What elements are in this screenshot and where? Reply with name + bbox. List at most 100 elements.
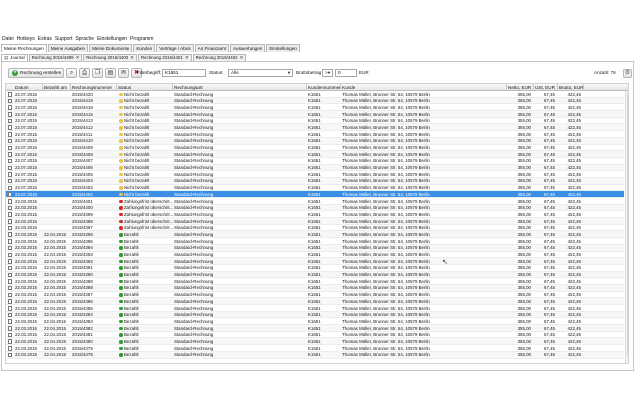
column-header-rechnungsnummer[interactable]: Rechnungsnummer (72, 85, 112, 90)
menu-programm[interactable]: Programm (130, 36, 153, 42)
table-row[interactable]: 22.03.2015 22.04.2015 2015/4389 Bezahlt Stan… (6, 278, 624, 285)
table-row[interactable]: 22.03.2015 22.04.2015 2015/4393 Bezahlt Stan… (6, 252, 624, 259)
table-row[interactable]: 22.07.2015 2015/4419 Nicht bezahlt Standard… (6, 97, 624, 105)
column-header-kundennummer[interactable]: Kundennummer (308, 85, 341, 90)
scrollbar-thumb[interactable] (626, 94, 628, 356)
table-row[interactable]: 22.03.2015 22.04.2015 2015/4380 Bezahlt Stan… (6, 338, 624, 346)
table-row[interactable]: 22.07.2015 2015/4413 Nicht bezahlt Standard… (6, 118, 624, 125)
menu-extras[interactable]: Extras (38, 36, 52, 42)
doc-tab-invoice[interactable]: Rechnung 2015/4401 ✕ (137, 54, 192, 61)
table-row[interactable]: 22.07.2015 2015/4420 Nicht bezahlt Standard… (6, 91, 624, 98)
cell-bezahlt-am: 22.04.2015 (44, 245, 66, 251)
table-row[interactable]: 22.03.2015 22.04.2015 2015/4381 Bezahlt Stan… (6, 332, 624, 339)
tab-einstellungen[interactable]: Einstellungen (266, 44, 300, 52)
cell-rechnungsart: Standard-Rechnung (174, 338, 214, 344)
filter-input[interactable] (162, 68, 206, 77)
cell-datum: 22.03.2015 (15, 338, 37, 344)
tab-an-finanzamt[interactable]: An Finanzamt (194, 44, 229, 52)
tab-vertraege-abos[interactable]: Verträge / Abos (156, 44, 194, 52)
table-row[interactable]: 22.07.2015 2015/4405 Nicht bezahlt Standard… (6, 171, 624, 178)
table-row[interactable]: 22.07.2015 2015/4403 Nicht bezahlt Standard… (6, 185, 624, 192)
email-icon[interactable]: ✉ (118, 68, 129, 78)
vertical-scrollbar[interactable] (625, 91, 628, 363)
table-row[interactable]: 22.03.2015 2015/4400 Zahlungsfrist übersch… (6, 204, 624, 212)
cell-rechnungsart: Standard-Rechnung (174, 165, 214, 171)
menu-support[interactable]: Support (55, 36, 73, 42)
table-row[interactable]: 22.03.2015 22.04.2015 2015/4394 Bezahlt Stan… (6, 244, 624, 252)
menu-einstellungen[interactable]: Einstellungen (97, 36, 127, 42)
table-row[interactable]: 22.03.2015 22.04.2015 2015/4388 Bezahlt Stan… (6, 284, 624, 292)
table-row[interactable]: 22.07.2015 2015/4409 Nicht bezahlt Standard… (6, 145, 624, 152)
menu-hotkeys[interactable]: Hotkeys (17, 36, 35, 42)
cell-netto: 355,00 (517, 325, 531, 331)
column-header-kunde[interactable]: Kunde (342, 85, 355, 90)
table-row[interactable]: 22.03.2015 22.04.2015 2015/4391 Bezahlt Stan… (6, 265, 624, 272)
column-header-bezahlt-am[interactable]: Bezahlt am (44, 85, 67, 90)
pdf-icon[interactable]: ▤ (105, 68, 116, 78)
gear-icon[interactable]: ⚙ (623, 69, 632, 78)
brutto-operator-select[interactable]: > ▼ (322, 68, 333, 77)
cell-status: Bezahlt (124, 278, 139, 284)
cell-datum: 22.03.2015 (15, 238, 37, 244)
search-icon[interactable]: ⌕ (66, 68, 77, 78)
cell-kunde: Thomas Müller, Brunner Str. 54, 10579 Be… (342, 278, 430, 284)
table-row[interactable]: 22.03.2015 22.04.2015 2015/4390 Bezahlt Stan… (6, 271, 624, 279)
column-header-rechnungsart[interactable]: Rechnungsart (174, 85, 203, 90)
cell-brutto: 422,45 (567, 265, 581, 271)
table-row[interactable]: 22.03.2015 22.04.2015 2015/4379 Bezahlt Stan… (6, 345, 624, 352)
cell-netto: 355,00 (517, 205, 531, 211)
table-row[interactable]: 22.03.2015 22.04.2015 2015/4386 Bezahlt Stan… (6, 298, 624, 305)
column-header-status[interactable]: Status (118, 85, 131, 90)
table-row[interactable]: 22.03.2015 22.04.2015 2015/4387 Bezahlt Stan… (6, 292, 624, 299)
table-row[interactable]: 22.07.2015 2015/4407 Nicht bezahlt Standard… (6, 158, 624, 165)
table-row[interactable]: 22.07.2015 2015/4404 Nicht bezahlt Standard… (6, 177, 624, 185)
cell-netto: 355,00 (517, 91, 531, 97)
tab-auswertungen[interactable]: Auswertungen (229, 44, 266, 52)
copy-icon[interactable]: ❐ (92, 68, 103, 78)
table-row[interactable]: 22.03.2015 22.04.2015 2015/4385 Bezahlt Stan… (6, 305, 624, 312)
doc-tab-invoice[interactable]: Rechnung 2015/4400 ✕ (83, 54, 137, 61)
table-row[interactable]: 22.03.2015 2015/4397 Zahlungsfrist übersch… (6, 225, 624, 232)
cell-rechnungsart: Standard-Rechnung (174, 124, 214, 130)
table-row[interactable]: 22.03.2015 22.04.2015 2015/4396 Bezahlt Stan… (6, 231, 624, 239)
cell-bezahlt-am: 22.04.2015 (44, 318, 66, 324)
menu-sprache[interactable]: Sprache (75, 36, 94, 42)
cell-brutto: 422,45 (567, 285, 581, 291)
table-row[interactable]: 22.03.2015 22.04.2015 2015/4378 Bezahlt Stan… (6, 351, 624, 359)
table-row[interactable]: 22.03.2015 22.04.2015 2015/4384 Bezahlt Stan… (6, 311, 624, 319)
table-row[interactable]: 22.03.2015 22.04.2015 2015/4382 Bezahlt Stan… (6, 325, 624, 332)
status-select[interactable]: Alle ▼ (228, 68, 293, 77)
table-row[interactable]: 22.03.2015 22.04.2015 2015/4383 Bezahlt Stan… (6, 318, 624, 326)
cell-datum: 22.07.2015 (15, 98, 37, 104)
column-header-netto[interactable]: Netto, EUR (508, 85, 531, 90)
table-row[interactable]: 22.07.2015 2015/4410 Nicht bezahlt Standard… (6, 137, 624, 145)
document-icon (8, 172, 12, 177)
column-header-brutto[interactable]: Brutto, EUR (559, 85, 584, 90)
table-row[interactable]: 22.07.2015 2015/4408 Nicht bezahlt Standard… (6, 151, 624, 158)
table-row[interactable]: 22.07.2015 2015/4412 Nicht bezahlt Standard… (6, 124, 624, 132)
column-header-ust[interactable]: USt, EUR (535, 85, 555, 90)
doc-tab-invoice[interactable]: Rechnung 2015/4399 ✕ (28, 54, 83, 61)
tab-meine-ausgaben[interactable]: Meine Ausgaben (47, 44, 89, 52)
tab-meine-rechnungen[interactable]: Meine Rechnungen (1, 44, 47, 52)
menu-datei[interactable]: Datei (2, 36, 14, 42)
table-row[interactable]: 22.07.2015 2015/4411 Nicht bezahlt Standard… (6, 131, 624, 138)
table-row[interactable]: 22.03.2015 2015/4401 Zahlungsfrist übersch… (6, 198, 624, 205)
table-row[interactable]: 22.03.2015 2015/4399 Zahlungsfrist übersch… (6, 211, 624, 219)
cell-bezahlt-am: 22.04.2015 (44, 252, 66, 257)
print-icon[interactable]: ⎙ (79, 68, 90, 78)
table-row[interactable]: 22.03.2015 22.04.2015 2015/4392 Bezahlt Stan… (6, 258, 624, 265)
table-row[interactable]: 22.07.2015 2015/4406 Nicht bezahlt Standard… (6, 164, 624, 172)
table-row[interactable]: 22.07.2015 2015/4402 Nicht bezahlt Standard… (6, 191, 624, 198)
tab-meine-dokumente[interactable]: Meine Dokumente (89, 44, 133, 52)
table-row[interactable]: 22.03.2015 2015/4398 Zahlungsfrist übersch… (6, 218, 624, 225)
table-row[interactable]: 22.03.2015 22.04.2015 2015/4395 Bezahlt Stan… (6, 238, 624, 245)
table-row[interactable]: 22.07.2015 2015/4415 Nicht bezahlt Standard… (6, 111, 624, 118)
column-header-datum[interactable]: Datum (15, 85, 29, 90)
table-row[interactable]: 22.07.2015 2015/4418 Nicht bezahlt Standard… (6, 104, 624, 112)
create-invoice-button[interactable]: + Rechnung erstellen (8, 68, 64, 78)
doc-tab-journal[interactable]: ▤ Journal (1, 54, 28, 61)
doc-tab-invoice[interactable]: Rechnung 2015/4402 ✕ (192, 54, 247, 61)
brutto-amount-input[interactable] (335, 68, 357, 77)
tab-kunden[interactable]: Kunden (133, 44, 156, 52)
